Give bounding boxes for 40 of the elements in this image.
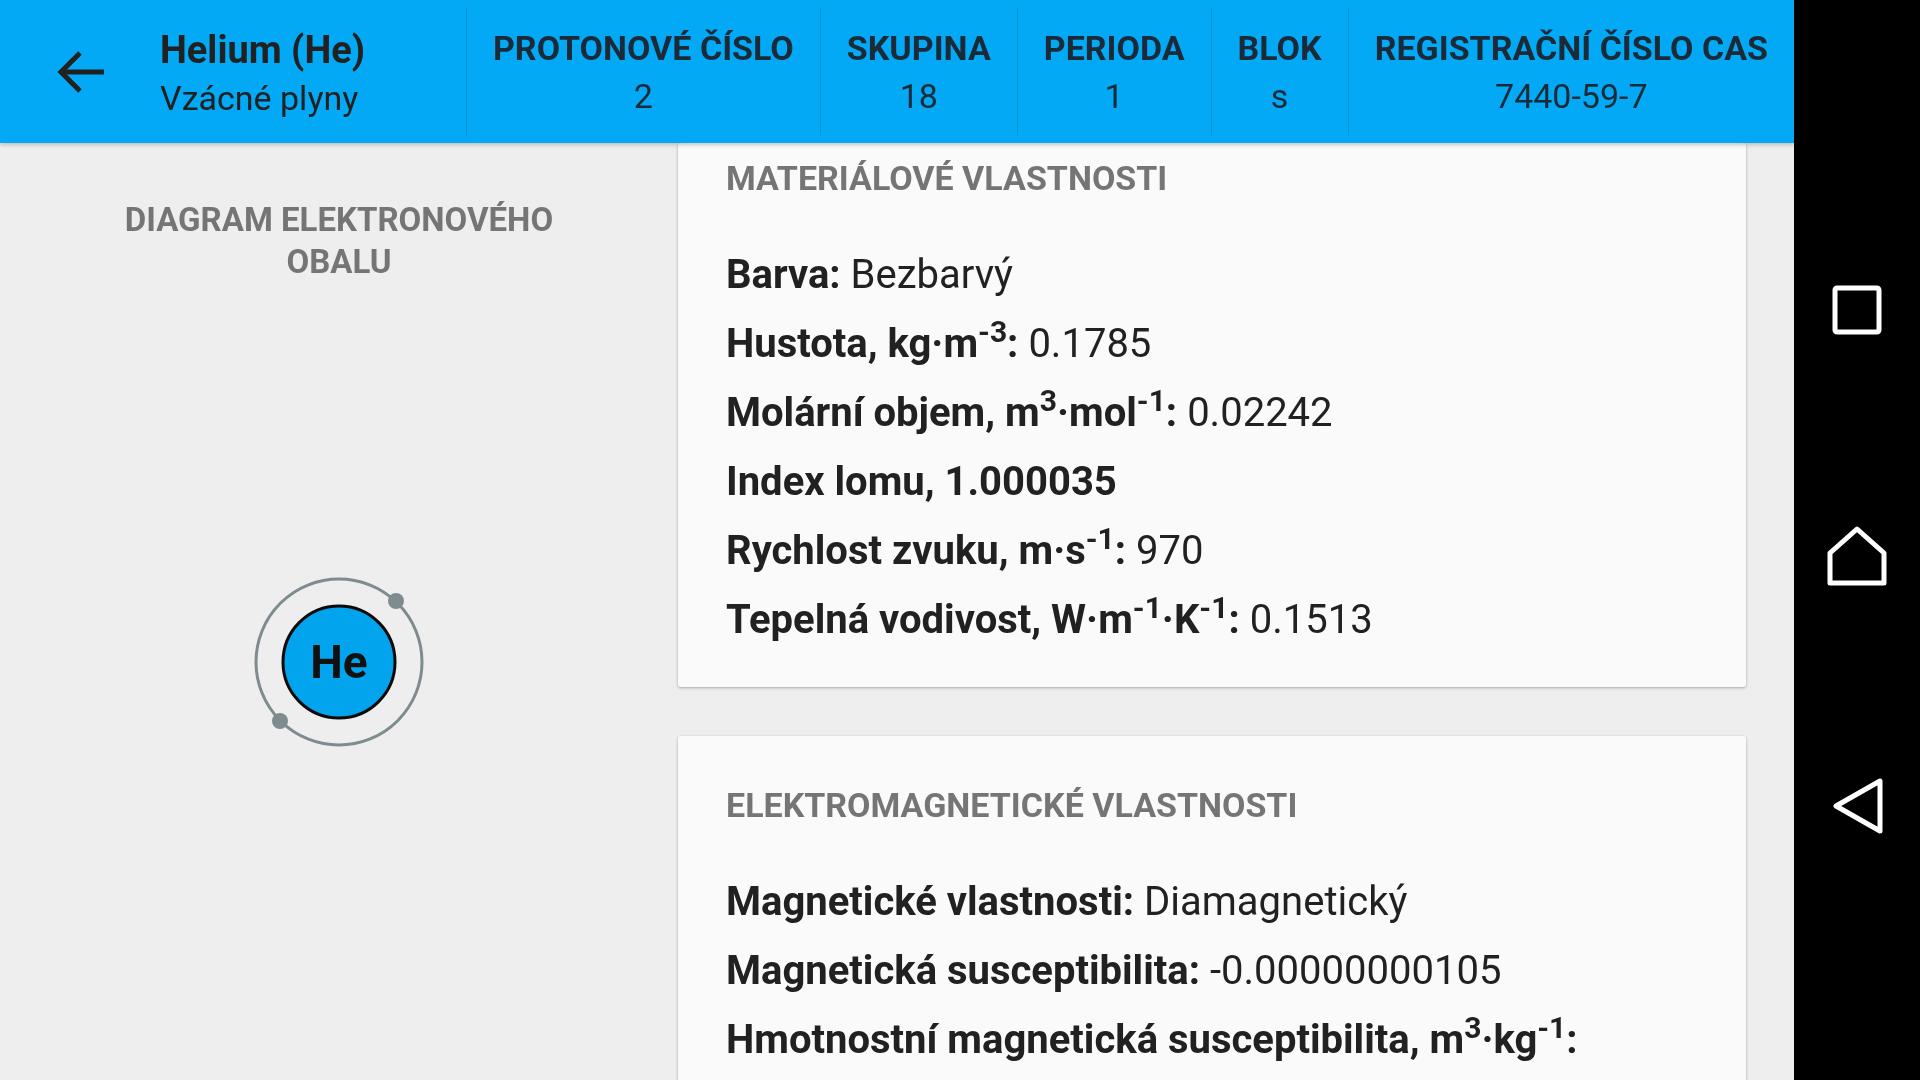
property-header: SKUPINA: [846, 26, 991, 70]
property-header-value: s: [1270, 74, 1289, 118]
property-value: 0.1513: [1249, 595, 1373, 645]
property-label: Magnetické vlastnosti:: [726, 877, 1135, 927]
property-label: Molární objem, m$^{3}$·mol$^{-1}$:: [726, 383, 1178, 438]
property-header: PERIODA: [1043, 26, 1185, 70]
card-title: MATERIÁLOVÉ VLASTNOSTI: [726, 157, 1169, 199]
element-symbol: He: [310, 633, 368, 691]
card-title: ELEKTROMAGNETICKÉ VLASTNOSTI: [726, 784, 1299, 826]
property-header: BLOK: [1237, 26, 1322, 70]
property-label: Barva:: [726, 250, 841, 300]
recents-icon: [1832, 285, 1882, 335]
property-label: Hmotnostní magnetická susceptibilita, m$^{3}$·kg$^{-1}$:: [726, 1010, 1578, 1065]
app-bar-subtitle: Vzácné plyny: [160, 76, 360, 120]
property-header: PROTONOVÉ ČÍSLO: [492, 26, 794, 70]
electron-shell-icon: [253, 576, 425, 748]
property-header-value: 18: [899, 74, 938, 118]
property-value: Diamagnetický: [1144, 877, 1408, 927]
property-label: Magnetická susceptibilita:: [726, 946, 1200, 996]
property-label: Index lomu, 1.000035: [726, 457, 1117, 507]
property-header-value: 1: [1104, 74, 1124, 118]
recents-button[interactable]: [1832, 285, 1882, 335]
back-nav-button[interactable]: [1830, 777, 1884, 835]
property-value: -0.00000000105: [1210, 946, 1502, 996]
back-triangle-icon: [1830, 777, 1884, 835]
property-value: 0.02242: [1187, 388, 1333, 438]
property-value: 0.1785: [1028, 319, 1152, 369]
property-header-value: 2: [633, 74, 653, 118]
back-arrow-icon: [56, 49, 106, 94]
property-value: Bezbarvý: [850, 250, 1013, 300]
home-icon: [1826, 525, 1888, 587]
property-header-value: 7440-59-7: [1495, 74, 1648, 118]
property-label: Hustota, kg·m$^{-3}$:: [726, 314, 1019, 369]
property-value: 970: [1136, 526, 1204, 576]
property-label: Rychlost zvuku, m·s$^{-1}$:: [726, 521, 1127, 576]
property-header: REGISTRAČNÍ ČÍSLO CAS: [1374, 26, 1768, 70]
diagram-title: DIAGRAM ELEKTRONOVÉHO OBALU: [123, 199, 555, 283]
property-label: Tepelná vodivost, W·m$^{-1}$·K$^{-1}$:: [726, 590, 1240, 645]
app-bar-title: Helium (He): [160, 26, 367, 74]
home-button[interactable]: [1826, 525, 1888, 587]
